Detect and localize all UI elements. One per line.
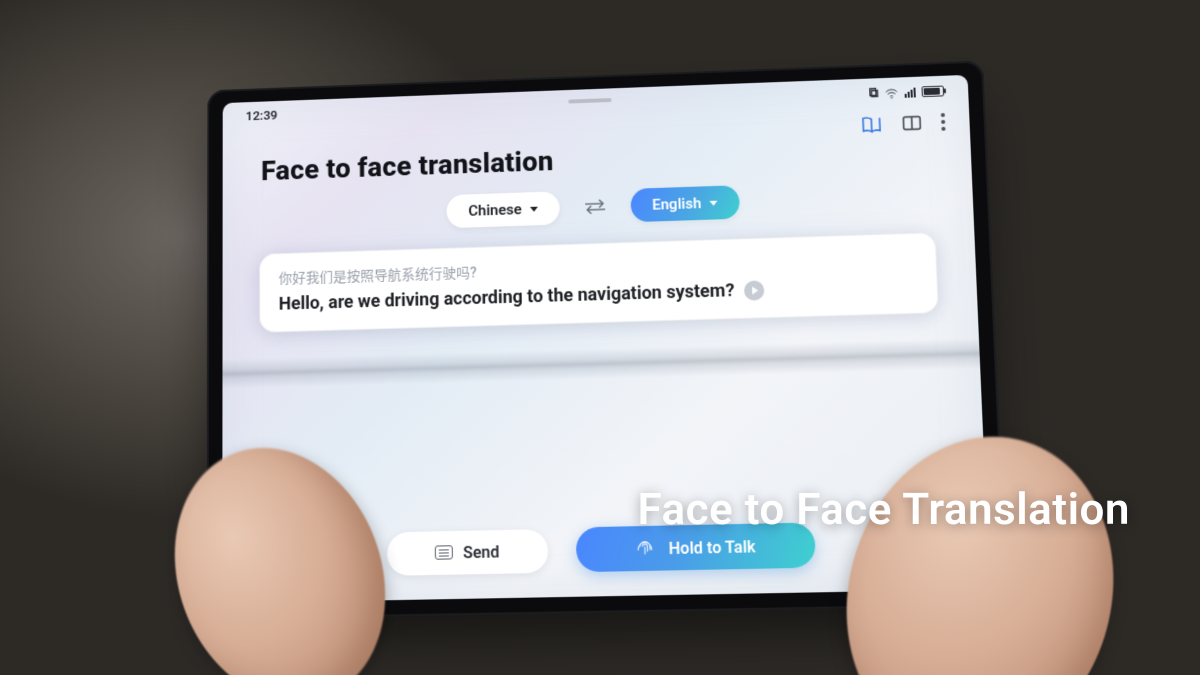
- nfc-icon: ⧉: [869, 86, 879, 101]
- scene-background: 12:39 ⧉: [0, 0, 1200, 675]
- fingerprint-icon: [634, 538, 655, 559]
- book-open-icon[interactable]: [860, 113, 883, 135]
- target-language-pill[interactable]: English: [630, 185, 740, 222]
- send-button[interactable]: Send: [387, 529, 548, 576]
- signal-icon: [904, 87, 915, 97]
- chevron-down-icon: [530, 206, 538, 211]
- promo-overlay-text: Face to Face Translation: [637, 483, 1130, 535]
- split-screen-icon[interactable]: [900, 112, 923, 134]
- hold-to-talk-label: Hold to Talk: [669, 536, 756, 557]
- keyboard-icon: [435, 545, 453, 560]
- language-selector-row: Chinese English: [223, 177, 974, 235]
- send-button-label: Send: [463, 542, 500, 562]
- status-time: 12:39: [246, 109, 278, 125]
- hinge-crease: [222, 338, 980, 389]
- source-language-label: Chinese: [468, 200, 522, 219]
- page-title: Face to face translation: [261, 145, 554, 187]
- status-right-cluster: ⧉: [869, 84, 944, 101]
- battery-icon: [921, 86, 944, 98]
- translation-card: 你好我们是按照导航系统行驶吗? Hello, are we driving ac…: [259, 232, 939, 333]
- top-toolbar: [860, 111, 946, 136]
- chevron-down-icon: [709, 200, 717, 205]
- source-language-pill[interactable]: Chinese: [447, 191, 560, 228]
- target-language-label: English: [652, 194, 702, 213]
- wifi-icon: [884, 86, 899, 100]
- swap-languages-icon[interactable]: [581, 197, 609, 216]
- more-options-icon[interactable]: [941, 113, 946, 131]
- play-audio-icon[interactable]: [744, 280, 765, 301]
